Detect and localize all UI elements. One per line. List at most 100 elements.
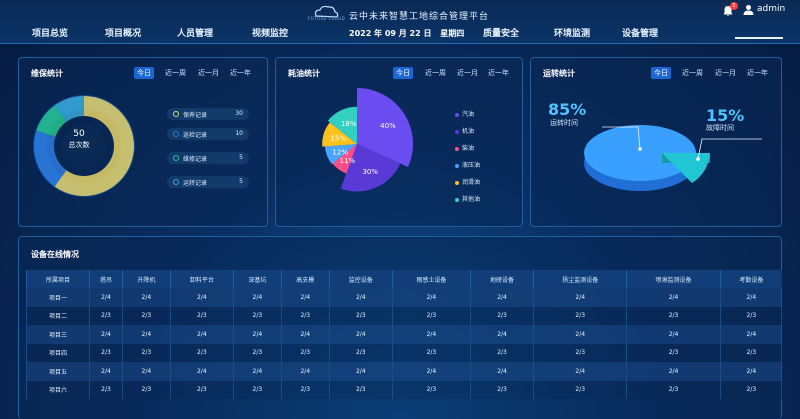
user-name[interactable]: admin xyxy=(757,4,785,14)
table-cell: 项目五 xyxy=(25,362,90,381)
pie-label-5: 15% xyxy=(330,135,346,143)
table-row: 项目六 2/3 2/3 2/3 2/3 2/3 2/3 2/3 2/3 2/3 2/3 2/3 xyxy=(25,380,782,399)
user-underline xyxy=(735,37,783,39)
table-cell: 2/3 xyxy=(626,306,721,325)
fault-label: 故障时间 xyxy=(706,124,734,132)
table-cell: 2/3 xyxy=(719,343,782,362)
col-header: 雨感土设备 xyxy=(391,270,471,288)
table-cell: 2/3 xyxy=(280,306,330,325)
pie-legend-diesel: 柴油 xyxy=(455,143,474,152)
table-header: 所属项目 塔吊 升降机 卸料平台 深基坑 高支模 监控设备 雨感土设备 地磅设备… xyxy=(25,270,782,288)
table-cell: 2/4 xyxy=(469,325,534,344)
table-cell: 2/3 xyxy=(89,380,123,399)
table-cell: 2/4 xyxy=(89,362,123,381)
table-cell: 2/3 xyxy=(280,380,330,399)
table-cell: 2/3 xyxy=(328,343,393,362)
running-label: 运转时间 xyxy=(550,119,578,127)
fuel-title: 耗油统计 xyxy=(288,69,320,78)
table-cell: 项目六 xyxy=(25,380,90,399)
nav-item-project[interactable]: 项目概况 xyxy=(105,26,141,39)
pie-label-1: 40% xyxy=(380,122,396,130)
table-cell: 2/3 xyxy=(232,343,282,362)
nav-item-quality[interactable]: 质量安全 xyxy=(483,26,519,39)
pie-label-6: 18% xyxy=(341,120,357,128)
table-cell: 项目三 xyxy=(25,325,90,344)
table-cell: 2/3 xyxy=(469,306,534,325)
col-header: 深基坑 xyxy=(232,270,282,288)
table-cell: 2/3 xyxy=(328,380,393,399)
table-cell: 2/3 xyxy=(626,380,721,399)
table-cell: 2/3 xyxy=(533,306,627,325)
table-cell: 2/4 xyxy=(232,288,282,307)
maintenance-tab-week[interactable]: 近一周 xyxy=(162,67,189,79)
table-cell: 2/4 xyxy=(232,325,282,344)
table-row: 项目一 2/4 2/4 2/4 2/4 2/4 2/4 2/4 2/4 2/4 2/4 2/4 xyxy=(25,288,782,307)
table-cell: 2/4 xyxy=(232,362,282,381)
fuel-tab-week[interactable]: 近一周 xyxy=(422,67,449,79)
maintenance-panel: 维保统计 今日 近一周 近一月 近一年 50 总次数 保养记录 30 巡检记录 10… xyxy=(18,57,268,227)
total-value: 50 xyxy=(73,129,85,139)
table-cell: 2/4 xyxy=(719,288,782,307)
maintenance-tab-month[interactable]: 近一月 xyxy=(195,67,222,79)
table-cell: 2/4 xyxy=(719,325,782,344)
fuel-tab-year[interactable]: 近一年 xyxy=(485,67,512,79)
table-cell: 项目二 xyxy=(25,306,90,325)
operation-tab-year[interactable]: 近一年 xyxy=(744,67,771,79)
pie-legend-hydraulic: 液压油 xyxy=(455,160,480,169)
table-cell: 2/4 xyxy=(280,288,330,307)
table-cell: 2/3 xyxy=(328,306,393,325)
nav-item-overview[interactable]: 项目总览 xyxy=(32,26,68,39)
legend-dot xyxy=(173,111,179,117)
table-cell: 2/3 xyxy=(626,343,721,362)
legend-row-maintain: 保养记录 30 xyxy=(167,108,249,120)
col-header: 所属项目 xyxy=(25,270,90,288)
table-row: 项目四 2/3 2/3 2/3 2/3 2/3 2/3 2/3 2/3 2/3 2/3 2/3 xyxy=(25,343,782,362)
user-icon[interactable] xyxy=(743,4,754,15)
pie-label-4: 12% xyxy=(332,148,348,156)
table-cell: 项目一 xyxy=(25,288,90,307)
table-cell: 2/3 xyxy=(391,343,471,362)
col-header: 喷淋监测设备 xyxy=(626,270,721,288)
nav-item-video[interactable]: 视频监控 xyxy=(252,26,288,39)
table-cell: 项目四 xyxy=(25,343,90,362)
maintenance-tab-today[interactable]: 今日 xyxy=(134,67,154,79)
col-header: 扬尘监测设备 xyxy=(533,270,627,288)
pie-label-2: 30% xyxy=(362,168,378,176)
table-cell: 2/4 xyxy=(328,362,393,381)
legend-row-repair: 维修记录 5 xyxy=(167,152,249,164)
operation-tab-month[interactable]: 近一月 xyxy=(712,67,739,79)
table-cell: 2/3 xyxy=(169,306,234,325)
legend-row-run: 运转记录 5 xyxy=(167,176,249,188)
legend-row-inspect: 巡检记录 10 xyxy=(167,128,249,140)
operation-tab-week[interactable]: 近一周 xyxy=(679,67,706,79)
fuel-tab-month[interactable]: 近一月 xyxy=(454,67,481,79)
table-cell: 2/4 xyxy=(391,362,471,381)
col-header: 升降机 xyxy=(121,270,171,288)
table-cell: 2/4 xyxy=(280,325,330,344)
nav-item-personnel[interactable]: 人员管理 xyxy=(177,26,213,39)
table-cell: 2/4 xyxy=(469,288,534,307)
table-cell: 2/3 xyxy=(533,343,627,362)
pie-legend-other: 其他油 xyxy=(455,194,480,203)
maintenance-tab-year[interactable]: 近一年 xyxy=(227,67,254,79)
table-cell: 2/3 xyxy=(121,306,171,325)
table-row: 项目二 2/3 2/3 2/3 2/3 2/3 2/3 2/3 2/3 2/3 2/3 2/3 xyxy=(25,306,782,325)
table-cell: 2/4 xyxy=(626,325,721,344)
table-cell: 2/4 xyxy=(328,325,393,344)
table-cell: 2/4 xyxy=(719,362,782,381)
fuel-tab-today[interactable]: 今日 xyxy=(393,67,413,79)
table-cell: 2/3 xyxy=(232,306,282,325)
operation-tab-today[interactable]: 今日 xyxy=(651,67,671,79)
table-cell: 2/3 xyxy=(469,380,534,399)
nav-item-environment[interactable]: 环境监测 xyxy=(554,26,590,39)
legend-dot xyxy=(173,131,179,137)
equipment-table: 所属项目 塔吊 升降机 卸料平台 深基坑 高支模 监控设备 雨感土设备 地磅设备… xyxy=(25,270,782,399)
table-cell: 2/3 xyxy=(719,380,782,399)
notification-badge: 5 xyxy=(730,2,738,10)
nav-item-equipment[interactable]: 设备管理 xyxy=(622,26,658,39)
table-cell: 2/4 xyxy=(169,362,234,381)
table-cell: 2/4 xyxy=(391,288,471,307)
label-dot xyxy=(696,157,700,161)
table-cell: 2/3 xyxy=(533,380,627,399)
fuel-pie: 40% 30% 11%12% 15% 18% xyxy=(322,88,413,192)
